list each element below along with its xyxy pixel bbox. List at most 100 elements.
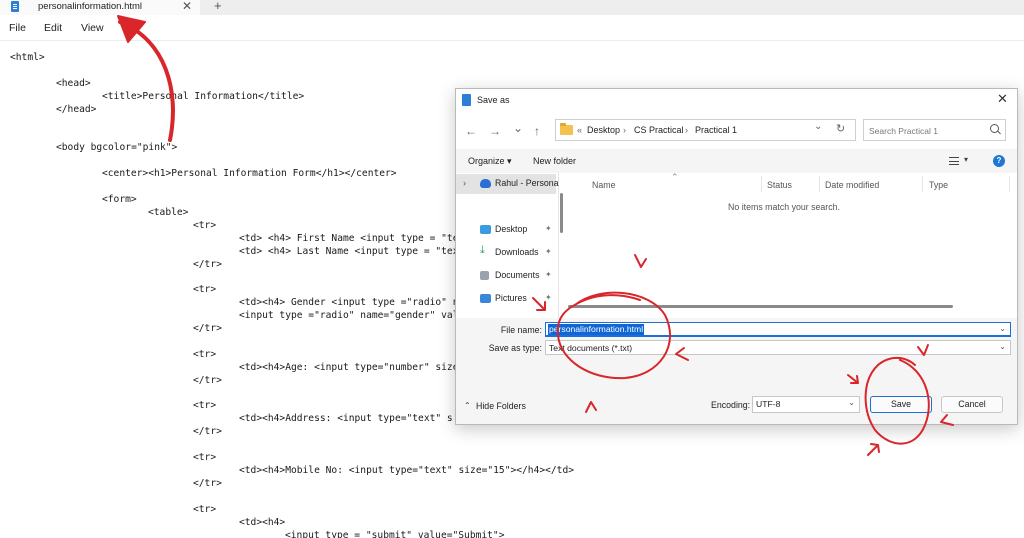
pictures-icon [480, 294, 491, 303]
vertical-scrollbar[interactable] [560, 193, 563, 233]
code-line: </tr> [193, 478, 222, 489]
nav-item-onedrive[interactable]: › Rahul - Persona [456, 174, 559, 194]
notepad-icon [462, 94, 471, 106]
code-line: <body bgcolor="pink"> [56, 142, 178, 153]
file-name-label: File name: [500, 325, 542, 335]
code-line: <td><h4> [239, 517, 286, 528]
organize-button[interactable]: Organize ▾ [468, 156, 512, 167]
code-line: </tr> [193, 426, 222, 437]
nav-item-desktop[interactable]: Desktop ✦ [456, 220, 556, 240]
folder-icon [560, 123, 573, 135]
navigation-row: ← → ⌄ ↑ « Desktop › CS Practical › Pract… [456, 111, 1017, 149]
dialog-footer: ⌃ Hide Folders Encoding: UTF-8 ⌄ Save Ca… [456, 389, 1017, 424]
code-line: <table> [148, 207, 189, 218]
encoding-select[interactable]: UTF-8 ⌄ [752, 396, 860, 413]
documents-icon [480, 271, 489, 280]
code-line: <html> [10, 52, 45, 63]
up-arrow-icon[interactable]: ↑ [534, 124, 540, 138]
code-line: <form> [102, 194, 137, 205]
back-arrow-icon[interactable]: ← [465, 124, 477, 138]
code-line: <head> [56, 78, 91, 89]
code-line: <tr> [193, 400, 217, 411]
menu-file[interactable]: File [9, 22, 26, 34]
column-divider[interactable] [1009, 176, 1010, 192]
breadcrumb-practical-1[interactable]: Practical 1 [695, 125, 737, 135]
nav-item-documents[interactable]: Documents ✦ [456, 266, 556, 286]
menu-edit[interactable]: Edit [44, 22, 62, 34]
breadcrumb-cs-practical[interactable]: CS Practical [634, 125, 684, 135]
breadcrumb-overflow-icon[interactable]: « [577, 125, 582, 135]
encoding-label: Encoding: [711, 400, 751, 410]
column-divider[interactable] [761, 176, 762, 192]
pin-icon: ✦ [545, 224, 552, 233]
close-icon[interactable]: ✕ [997, 91, 1008, 107]
chevron-up-icon[interactable]: ⌃ [464, 401, 471, 410]
column-header-type[interactable]: Type [929, 180, 948, 190]
tab-title: personalinformation.html [38, 1, 143, 12]
column-header-status[interactable]: Status [767, 180, 792, 190]
file-name-input[interactable]: personalinformation.html ⌄ [545, 322, 1011, 337]
dialog-title: Save as [477, 95, 510, 105]
save-fields: File name: personalinformation.html ⌄ Sa… [456, 318, 1017, 366]
save-as-type-value: Text documents (*.txt) [549, 343, 633, 353]
pin-icon: ✦ [545, 270, 552, 279]
help-icon[interactable]: ? [993, 155, 1005, 167]
search-input[interactable]: Search Practical 1 [863, 119, 1006, 141]
cancel-button[interactable]: Cancel [941, 396, 1003, 413]
forward-arrow-icon[interactable]: → [489, 124, 501, 138]
file-name-value: personalinformation.html [548, 324, 645, 335]
code-line: </tr> [193, 323, 222, 334]
chevron-down-icon[interactable]: ⌄ [999, 324, 1006, 333]
navigation-pane: › Rahul - Persona Desktop ✦ ⤓ Downloads … [456, 173, 559, 318]
column-header-name[interactable]: Name [592, 180, 615, 190]
chevron-down-icon[interactable]: ⌄ [814, 121, 822, 132]
column-header-date-modified[interactable]: Date modified [825, 180, 879, 190]
address-bar[interactable]: « Desktop › CS Practical › Practical 1 [555, 119, 856, 141]
code-line: <tr> [193, 504, 217, 515]
notepad-icon [11, 1, 19, 12]
refresh-icon[interactable]: ↻ [836, 122, 845, 135]
nav-item-downloads[interactable]: ⤓ Downloads ✦ [456, 243, 556, 263]
code-line: <input type ="radio" name="gender" val [239, 310, 459, 321]
new-tab-icon[interactable]: + [214, 0, 222, 13]
chevron-down-icon[interactable]: ⌄ [999, 342, 1006, 351]
column-divider[interactable] [819, 176, 820, 192]
code-line: <td><h4>Age: <input type="number" size [239, 362, 459, 373]
file-list[interactable]: Name ⌃ Status Date modified Type No item… [568, 172, 1017, 318]
command-bar: Organize ▾ New folder ▾ ? [456, 149, 1017, 173]
code-line: <td><h4>Mobile No: <input type="text" si… [239, 465, 575, 476]
breadcrumb-desktop[interactable]: Desktop [587, 125, 620, 135]
code-line: </tr> [193, 259, 222, 270]
nav-item-label: Pictures [495, 293, 527, 303]
save-as-type-select[interactable]: Text documents (*.txt) ⌄ [545, 340, 1011, 355]
save-as-dialog: Save as ✕ ← → ⌄ ↑ « Desktop › CS Practic… [455, 88, 1018, 425]
menu-view[interactable]: View [81, 22, 104, 34]
pin-icon: ✦ [545, 247, 552, 256]
column-divider[interactable] [922, 176, 923, 192]
save-as-type-label: Save as type: [488, 343, 542, 353]
view-options-icon[interactable] [949, 157, 959, 165]
file-tab[interactable]: personalinformation.html ✕ [0, 0, 200, 15]
chevron-down-icon[interactable]: ▾ [964, 155, 968, 164]
empty-folder-message: No items match your search. [728, 202, 840, 212]
code-line: <input type = "submit" value="Submit"> [285, 530, 505, 538]
code-line: <tr> [193, 452, 217, 463]
horizontal-scrollbar[interactable] [568, 305, 953, 308]
download-icon: ⤓ [480, 244, 485, 256]
nav-item-label: Rahul - Persona [495, 178, 559, 188]
new-folder-button[interactable]: New folder [533, 156, 576, 166]
code-line: <td> <h4> First Name <input type = "te [239, 233, 459, 244]
chevron-right-icon[interactable]: › [463, 178, 466, 188]
cloud-icon [480, 179, 491, 188]
save-button[interactable]: Save [870, 396, 932, 413]
nav-item-pictures[interactable]: Pictures ✦ [456, 289, 556, 309]
code-line: <title>Personal Information</title> [102, 91, 305, 102]
browser-area: › Rahul - Persona Desktop ✦ ⤓ Downloads … [456, 172, 1017, 318]
search-icon [990, 124, 999, 133]
breadcrumb-separator-icon: › [685, 125, 688, 135]
sort-arrow-icon: ⌃ [671, 172, 679, 182]
close-icon[interactable]: ✕ [182, 0, 192, 13]
recent-locations-icon[interactable]: ⌄ [513, 121, 523, 135]
hide-folders-button[interactable]: Hide Folders [476, 401, 526, 411]
chevron-down-icon[interactable]: ⌄ [848, 398, 855, 407]
